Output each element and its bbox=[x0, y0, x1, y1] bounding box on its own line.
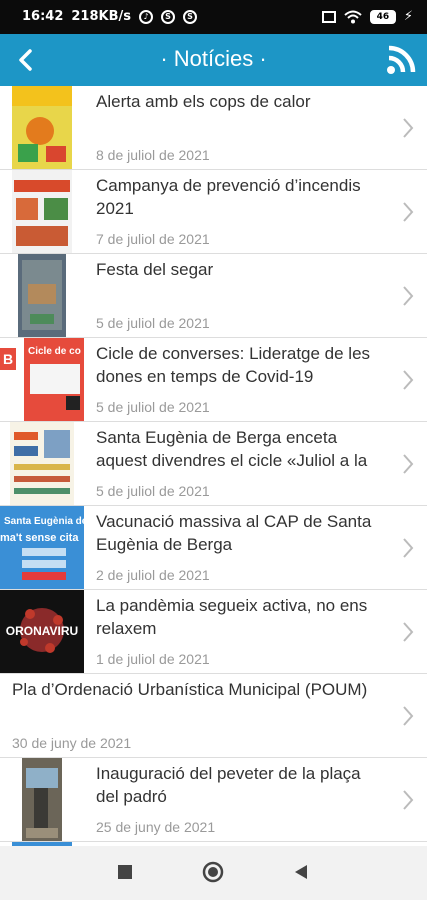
news-title: Inauguració del peveter de la plaça del … bbox=[96, 764, 361, 806]
news-thumbnail bbox=[0, 758, 84, 841]
status-speed: 218KB/s bbox=[71, 9, 131, 24]
app-notification-icon: S bbox=[161, 9, 175, 24]
news-title: Pla d’Ordenació Urbanística Municipal (P… bbox=[12, 680, 368, 699]
chevron-right-icon bbox=[403, 202, 414, 222]
news-item[interactable]: Festa del segar 5 de juliol de 2021 bbox=[0, 254, 427, 338]
news-item[interactable]: Inauguració del peveter de la plaça del … bbox=[0, 758, 427, 842]
news-list: Alerta amb els cops de calor 8 de juliol… bbox=[0, 86, 427, 846]
system-nav-bar bbox=[0, 846, 427, 900]
news-date: 25 de juny de 2021 bbox=[96, 819, 216, 835]
status-time: 16:42 bbox=[22, 9, 64, 24]
news-title: La pandèmia segueix activa, no ens relax… bbox=[96, 596, 368, 638]
news-date: 5 de juliol de 2021 bbox=[96, 315, 210, 331]
news-title: Vacunació massiva al CAP de Santa Eugèni… bbox=[96, 512, 372, 554]
news-item[interactable]: ORONAVIRU La pandèmia segueix activa, no… bbox=[0, 590, 427, 674]
news-thumbnail: ORONAVIRU bbox=[0, 590, 84, 673]
thumb-caption-2: ma't sense cita bbox=[0, 532, 79, 544]
news-title: Cicle de converses: Lideratge de les don… bbox=[96, 344, 371, 386]
app-notification-icon-2: S bbox=[183, 9, 197, 24]
thumb-caption: ORONAVIRU bbox=[5, 624, 79, 638]
news-date: 5 de juliol de 2021 bbox=[96, 483, 210, 499]
news-thumbnail: Santa Eugènia de ma't sense cita bbox=[0, 506, 84, 589]
chevron-right-icon bbox=[403, 370, 414, 390]
chevron-right-icon bbox=[403, 454, 414, 474]
news-date: 7 de juliol de 2021 bbox=[96, 231, 210, 247]
news-date: 8 de juliol de 2021 bbox=[96, 147, 210, 163]
news-thumbnail bbox=[0, 170, 84, 253]
app-bar: · Notícies · bbox=[0, 34, 427, 86]
news-title: Santa Eugènia de Berga enceta aquest div… bbox=[96, 428, 368, 470]
charging-icon: ⚡ bbox=[403, 9, 413, 24]
home-button[interactable] bbox=[202, 861, 224, 883]
chevron-right-icon bbox=[403, 790, 414, 810]
rss-feed-icon[interactable] bbox=[385, 44, 417, 76]
thumb-letter: B bbox=[0, 348, 16, 370]
news-item[interactable]: Campanya de prevenció d’incendis 2021 7 … bbox=[0, 170, 427, 254]
news-thumbnail bbox=[0, 254, 84, 337]
battery-icon: 46 bbox=[369, 9, 396, 24]
status-bar: 16:42 218KB/s ♪ S S 46 ⚡ bbox=[0, 0, 427, 34]
chevron-right-icon bbox=[403, 622, 414, 642]
chevron-right-icon bbox=[403, 118, 414, 138]
news-thumbnail bbox=[0, 422, 84, 505]
news-thumbnail bbox=[0, 86, 84, 169]
mute-icon: ♪ bbox=[139, 9, 153, 24]
news-title: Festa del segar bbox=[96, 260, 214, 279]
news-item[interactable]: Pla d’Ordenació Urbanística Municipal (P… bbox=[0, 674, 427, 758]
thumb-caption: Santa Eugènia de bbox=[4, 516, 84, 527]
sim-icon bbox=[321, 10, 336, 23]
page-title: · Notícies · bbox=[160, 46, 267, 71]
news-title: Alerta amb els cops de calor bbox=[96, 92, 311, 111]
news-item[interactable]: B Cicle de co Cicle de converses: Lidera… bbox=[0, 338, 427, 422]
news-date: 30 de juny de 2021 bbox=[12, 735, 132, 751]
thumb-caption: Cicle de co bbox=[28, 346, 81, 357]
news-date: 5 de juliol de 2021 bbox=[96, 399, 210, 415]
news-item[interactable]: Alerta amb els cops de calor 8 de juliol… bbox=[0, 86, 427, 170]
news-title: Campanya de prevenció d’incendis 2021 bbox=[96, 176, 361, 218]
news-item[interactable]: Santa Eugènia de Berga enceta aquest div… bbox=[0, 422, 427, 506]
news-item[interactable]: Santa Eugènia de ma't sense cita Vacunac… bbox=[0, 506, 427, 590]
news-thumbnail: B Cicle de co bbox=[0, 338, 84, 421]
chevron-right-icon bbox=[403, 706, 414, 726]
chevron-right-icon bbox=[403, 286, 414, 306]
news-date: 2 de juliol de 2021 bbox=[96, 567, 210, 583]
recents-button[interactable] bbox=[118, 865, 132, 879]
wifi-icon bbox=[344, 10, 362, 23]
news-date: 1 de juliol de 2021 bbox=[96, 651, 210, 667]
system-back-button[interactable] bbox=[292, 863, 310, 881]
chevron-right-icon bbox=[403, 538, 414, 558]
